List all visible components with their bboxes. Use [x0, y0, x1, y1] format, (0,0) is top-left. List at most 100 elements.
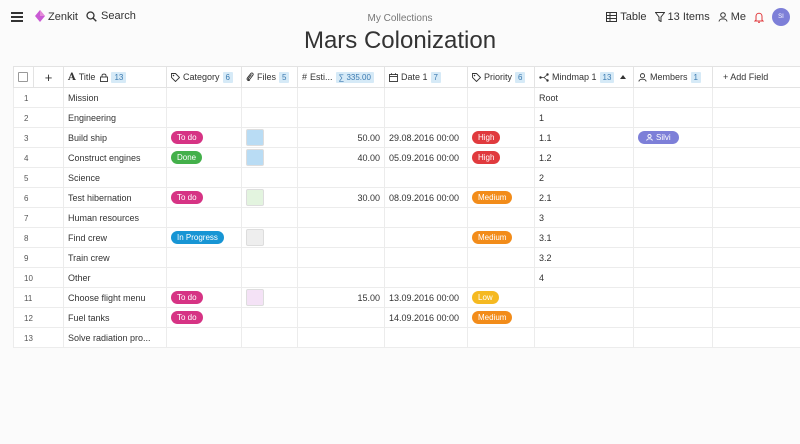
category-cell[interactable]: [166, 247, 242, 268]
priority-cell[interactable]: Low: [467, 287, 535, 308]
file-thumbnail[interactable]: [246, 189, 264, 206]
category-cell[interactable]: [166, 107, 242, 128]
table-row[interactable]: 10 Other 4: [13, 267, 800, 288]
avatar[interactable]: SI: [772, 8, 790, 26]
files-cell[interactable]: [241, 267, 298, 288]
sort-ascending-icon[interactable]: [620, 75, 627, 79]
file-thumbnail[interactable]: [246, 289, 264, 306]
select-all-checkbox[interactable]: [18, 72, 28, 83]
mindmap-cell[interactable]: 2.1: [534, 187, 634, 208]
estimate-cell[interactable]: [297, 227, 385, 248]
table-row[interactable]: 11 Choose flight menu To do 15.00 13.09.2016…: [13, 287, 800, 308]
category-cell[interactable]: [166, 267, 242, 288]
files-cell[interactable]: [241, 127, 298, 148]
priority-badge[interactable]: Medium: [472, 191, 513, 204]
column-header-mindmap[interactable]: Mindmap 1 13: [534, 66, 634, 88]
title-cell[interactable]: Solve radiation pro...: [63, 327, 167, 348]
mindmap-cell[interactable]: 2: [534, 167, 634, 188]
row-number-cell[interactable]: 5: [13, 167, 64, 188]
column-header-category[interactable]: Category 6: [166, 66, 242, 88]
member-badge[interactable]: Silvi: [638, 131, 679, 144]
add-field-button[interactable]: + Add Field: [712, 66, 800, 88]
files-cell[interactable]: [241, 287, 298, 308]
files-cell[interactable]: [241, 87, 298, 108]
date-cell[interactable]: 14.09.2016 00:00: [384, 307, 468, 328]
priority-cell[interactable]: [467, 207, 535, 228]
date-cell[interactable]: 05.09.2016 00:00: [384, 147, 468, 168]
mindmap-cell[interactable]: [534, 287, 634, 308]
table-row[interactable]: 7 Human resources 3: [13, 207, 800, 228]
mindmap-cell[interactable]: 3.1: [534, 227, 634, 248]
files-cell[interactable]: [241, 107, 298, 128]
files-cell[interactable]: [241, 187, 298, 208]
title-cell[interactable]: Build ship: [63, 127, 167, 148]
estimate-cell[interactable]: [297, 327, 385, 348]
files-cell[interactable]: [241, 247, 298, 268]
title-cell[interactable]: Mission: [63, 87, 167, 108]
estimate-cell[interactable]: 50.00: [297, 127, 385, 148]
title-cell[interactable]: Construct engines: [63, 147, 167, 168]
file-thumbnail[interactable]: [246, 129, 264, 146]
members-cell[interactable]: [633, 147, 713, 168]
title-cell[interactable]: Science: [63, 167, 167, 188]
mindmap-cell[interactable]: 3.2: [534, 247, 634, 268]
table-row[interactable]: 1 Mission Root: [13, 87, 800, 108]
category-cell[interactable]: [166, 87, 242, 108]
members-cell[interactable]: [633, 247, 713, 268]
row-number-cell[interactable]: 12: [13, 307, 64, 328]
title-cell[interactable]: Find crew: [63, 227, 167, 248]
mindmap-cell[interactable]: Root: [534, 87, 634, 108]
members-cell[interactable]: [633, 287, 713, 308]
table-row[interactable]: 4 Construct engines Done 40.00 05.09.2016 00…: [13, 147, 800, 168]
column-header-title[interactable]: A Title 13: [63, 66, 167, 88]
table-row[interactable]: 2 Engineering 1: [13, 107, 800, 128]
estimate-cell[interactable]: 30.00: [297, 187, 385, 208]
priority-cell[interactable]: Medium: [467, 227, 535, 248]
category-cell[interactable]: To do: [166, 287, 242, 308]
date-cell[interactable]: [384, 227, 468, 248]
members-cell[interactable]: [633, 207, 713, 228]
priority-badge[interactable]: High: [472, 131, 501, 144]
user-filter-button[interactable]: Me: [718, 11, 746, 23]
category-cell[interactable]: [166, 207, 242, 228]
estimate-cell[interactable]: [297, 207, 385, 228]
estimate-cell[interactable]: 40.00: [297, 147, 385, 168]
mindmap-cell[interactable]: 1.1: [534, 127, 634, 148]
priority-cell[interactable]: High: [467, 147, 535, 168]
view-switch-button[interactable]: Table: [606, 11, 647, 23]
files-cell[interactable]: [241, 227, 298, 248]
row-number-cell[interactable]: 9: [13, 247, 64, 268]
members-cell[interactable]: [633, 187, 713, 208]
category-cell[interactable]: [166, 327, 242, 348]
date-cell[interactable]: [384, 247, 468, 268]
table-row[interactable]: 3 Build ship To do 50.00 29.08.2016 00:00 Hig…: [13, 127, 800, 148]
members-cell[interactable]: [633, 227, 713, 248]
add-item-icon[interactable]: +: [45, 70, 53, 85]
members-cell[interactable]: Silvi: [633, 127, 713, 148]
title-cell[interactable]: Train crew: [63, 247, 167, 268]
row-number-cell[interactable]: 3: [13, 127, 64, 148]
notifications-button[interactable]: [754, 12, 764, 23]
column-header-date[interactable]: Date 1 7: [384, 66, 468, 88]
priority-cell[interactable]: [467, 267, 535, 288]
members-cell[interactable]: [633, 87, 713, 108]
filter-button[interactable]: 13 Items: [654, 11, 710, 23]
files-cell[interactable]: [241, 147, 298, 168]
priority-cell[interactable]: [467, 87, 535, 108]
table-row[interactable]: 8 Find crew In Progress Medium 3.1: [13, 227, 800, 248]
priority-cell[interactable]: [467, 247, 535, 268]
select-all-cell[interactable]: [13, 66, 34, 88]
priority-cell[interactable]: [467, 167, 535, 188]
table-row[interactable]: 9 Train crew 3.2: [13, 247, 800, 268]
priority-badge[interactable]: Low: [472, 291, 499, 304]
priority-cell[interactable]: High: [467, 127, 535, 148]
category-badge[interactable]: Done: [171, 151, 203, 164]
date-cell[interactable]: [384, 167, 468, 188]
row-number-cell[interactable]: 6: [13, 187, 64, 208]
estimate-cell[interactable]: [297, 107, 385, 128]
date-cell[interactable]: [384, 87, 468, 108]
priority-cell[interactable]: Medium: [467, 187, 535, 208]
column-header-files[interactable]: Files 5: [241, 66, 298, 88]
mindmap-cell[interactable]: 1: [534, 107, 634, 128]
estimate-cell[interactable]: 15.00: [297, 287, 385, 308]
